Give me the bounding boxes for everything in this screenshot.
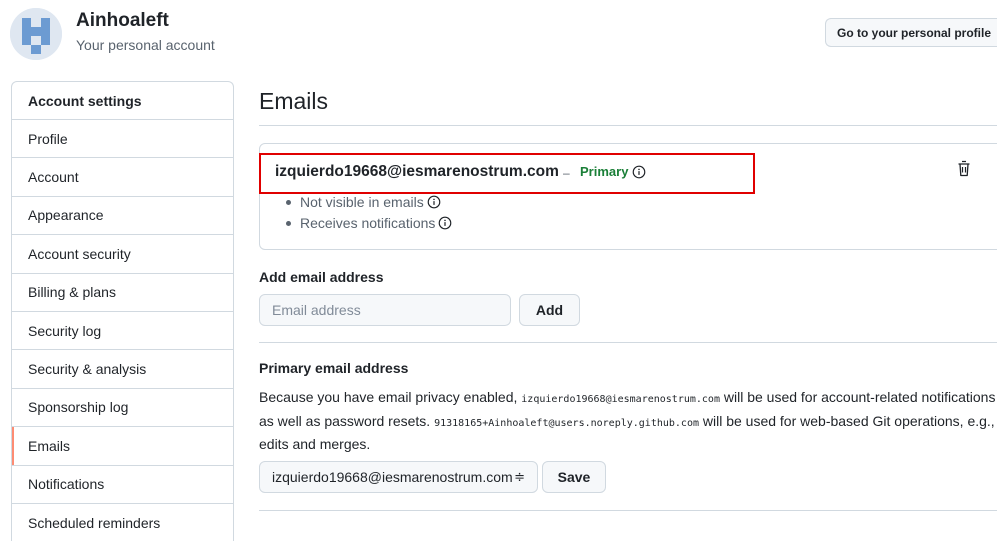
bullet-dot [286,220,291,226]
account-subtitle: Your personal account [76,37,215,53]
identicon-icon [10,8,62,60]
primary-email-description: Because you have email privacy enabled, … [259,387,997,456]
sidebar-item-notifications[interactable]: Notifications [12,466,233,504]
add-email-button[interactable]: Add [519,294,580,326]
bullet-not-visible: Not visible in emails [286,194,441,210]
description-code-noreply: 91318165+Ainhoaleft@users.noreply.github… [434,417,699,429]
sidebar-item-billing[interactable]: Billing & plans [12,274,233,312]
avatar[interactable] [10,8,62,60]
description-code-email: izquierdo19668@iesmarenostrum.com [521,394,720,405]
title-divider [259,125,997,126]
bullet-dot [286,199,291,205]
select-arrows-icon: ≑ [514,469,525,484]
highlight-box [259,153,755,194]
sidebar-heading: Account settings [12,82,233,120]
sidebar-item-profile[interactable]: Profile [12,120,233,159]
sidebar-item-scheduled-reminders[interactable]: Scheduled reminders [12,504,233,541]
sidebar-item-security-analysis[interactable]: Security & analysis [12,350,233,389]
sidebar-item-account-security[interactable]: Account security [12,235,233,274]
info-icon[interactable] [438,216,452,230]
select-value: izquierdo19668@iesmarenostrum.com [272,469,513,485]
account-name[interactable]: Ainhoaleft [76,10,169,32]
sidebar-item-security-log[interactable]: Security log [12,312,233,351]
primary-email-heading: Primary email address [259,360,409,376]
add-email-heading: Add email address [259,269,384,285]
bullet-receives-notifications: Receives notifications [286,215,452,231]
primary-email-select[interactable]: izquierdo19668@iesmarenostrum.com ≑ [259,461,538,493]
description-text: Because you have email privacy enabled, [259,389,522,405]
trash-icon[interactable] [956,160,972,178]
sidebar-item-sponsorship-log[interactable]: Sponsorship log [12,389,233,428]
sidebar-item-account[interactable]: Account [12,158,233,197]
bullet-text: Receives notifications [300,215,436,231]
sidebar-item-appearance[interactable]: Appearance [12,197,233,236]
bottom-divider [259,510,997,511]
save-button[interactable]: Save [542,461,606,493]
go-to-profile-button[interactable]: Go to your personal profile [825,18,997,47]
email-address-input[interactable] [259,294,511,326]
page-title: Emails [259,88,329,114]
info-icon[interactable] [427,195,441,209]
section-divider [259,342,997,343]
bullet-text: Not visible in emails [300,194,424,210]
settings-sidebar: Account settings Profile Account Appeara… [11,81,234,541]
sidebar-item-emails[interactable]: Emails [12,427,233,466]
